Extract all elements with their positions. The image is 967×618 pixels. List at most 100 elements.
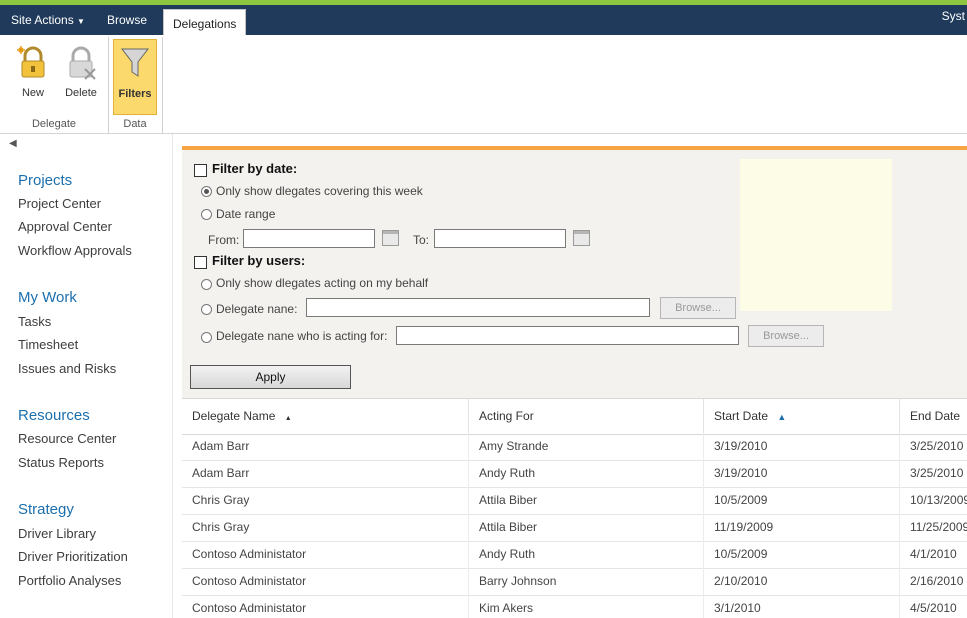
site-actions-menu[interactable]: Site Actions ▼ xyxy=(2,5,94,35)
cell-delegate-name: Chris Gray xyxy=(182,487,469,514)
collapse-arrow-icon[interactable]: ◀ xyxy=(9,138,17,149)
grid-header-row: Delegate Name ▲ Acting For Start Date ▲ … xyxy=(182,398,967,435)
cell-acting-for: Andy Ruth xyxy=(469,541,704,568)
cell-acting-for: Attila Biber xyxy=(469,487,704,514)
cell-acting-for: Kim Akers xyxy=(469,595,704,618)
table-row[interactable]: Adam Barr Amy Strande 3/19/2010 3/25/2010 xyxy=(182,433,967,461)
group-label-data: Data xyxy=(123,118,147,130)
date-range-radio[interactable] xyxy=(201,209,212,220)
cell-end-date: 4/5/2010 xyxy=(910,601,957,615)
nav-header-strategy[interactable]: Strategy xyxy=(18,501,74,518)
my-behalf-radio[interactable] xyxy=(201,279,212,290)
cell-start-date: 2/10/2010 xyxy=(704,568,900,595)
cell-start-date: 3/19/2010 xyxy=(704,460,900,487)
cell-start-date: 11/19/2009 xyxy=(704,514,900,541)
cell-start-date: 3/19/2010 xyxy=(704,433,900,460)
nav-item-issues-and-risks[interactable]: Issues and Risks xyxy=(18,361,116,376)
sort-indicator-icon: ▲ xyxy=(284,415,292,422)
nav-header-my-work[interactable]: My Work xyxy=(18,289,77,306)
filter-by-users-label: Filter by users: xyxy=(212,253,306,268)
table-row[interactable]: Contoso Administator Kim Akers 3/1/2010 4/5… xyxy=(182,595,967,618)
cell-end-date: 3/25/2010 xyxy=(910,466,964,480)
cell-acting-for: Barry Johnson xyxy=(469,568,704,595)
nav-item-tasks[interactable]: Tasks xyxy=(18,314,51,329)
delegate-name-input[interactable] xyxy=(306,298,650,317)
ribbon-toolbar: New Delete Filters Delegate Data xyxy=(0,35,967,134)
cell-delegate-name: Adam Barr xyxy=(182,433,469,460)
delete-lock-icon xyxy=(69,46,96,80)
my-behalf-label: Only show dlegates acting on my behalf xyxy=(216,276,429,290)
nav-item-status-reports[interactable]: Status Reports xyxy=(18,455,104,470)
nav-divider xyxy=(172,134,173,618)
table-row[interactable]: Contoso Administator Andy Ruth 10/5/2009 4/… xyxy=(182,541,967,569)
column-header-start-date[interactable]: Start Date ▲ xyxy=(704,399,900,434)
acting-for-input[interactable] xyxy=(396,326,739,345)
nav-item-workflow-approvals[interactable]: Workflow Approvals xyxy=(18,243,132,258)
delegate-name-radio[interactable] xyxy=(201,304,212,315)
this-week-label: Only show dlegates covering this week xyxy=(216,184,423,198)
calendar-icon[interactable] xyxy=(382,230,399,246)
nav-item-portfolio-analyses[interactable]: Portfolio Analyses xyxy=(18,573,121,588)
table-row[interactable]: Chris Gray Attila Biber 10/5/2009 10/13/200… xyxy=(182,487,967,515)
to-date-input[interactable] xyxy=(434,229,566,248)
filter-by-date-checkbox[interactable] xyxy=(194,164,207,177)
to-label: To: xyxy=(413,233,430,247)
browse-button[interactable]: Browse... xyxy=(660,297,736,319)
filters-button-label: Filters xyxy=(118,88,152,100)
cell-end-date: 2/16/2010 xyxy=(910,574,964,588)
nav-item-driver-prioritization[interactable]: Driver Prioritization xyxy=(18,549,128,564)
acting-for-radio[interactable] xyxy=(201,332,212,343)
delegation-grid: Delegate Name ▲ Acting For Start Date ▲ … xyxy=(182,398,967,618)
nav-item-resource-center[interactable]: Resource Center xyxy=(18,431,116,446)
nav-item-timesheet[interactable]: Timesheet xyxy=(18,337,78,352)
cell-end-date: 3/25/2010 xyxy=(910,439,964,453)
ribbon-group-labels: Delegate Data xyxy=(0,115,162,133)
column-header-label: Delegate Name xyxy=(192,409,276,423)
date-range-label: Date range xyxy=(216,207,276,221)
nav-item-project-center[interactable]: Project Center xyxy=(18,196,101,211)
column-header-delegate-name[interactable]: Delegate Name ▲ xyxy=(182,399,469,434)
tab-delegations-label: Delegations xyxy=(173,17,237,31)
from-date-input[interactable] xyxy=(243,229,375,248)
cell-acting-for: Amy Strande xyxy=(469,433,704,460)
new-button[interactable]: New xyxy=(14,39,52,113)
group-divider xyxy=(162,37,163,133)
delegate-name-label: Delegate nane: xyxy=(216,302,298,316)
cell-end-date: 4/1/2010 xyxy=(910,547,957,561)
table-row[interactable]: Chris Gray Attila Biber 11/19/2009 11/25/20… xyxy=(182,514,967,542)
filters-button[interactable]: Filters xyxy=(113,39,157,115)
browse-button[interactable]: Browse... xyxy=(748,325,824,347)
nav-header-resources[interactable]: Resources xyxy=(18,407,90,424)
cell-start-date: 10/5/2009 xyxy=(704,541,900,568)
column-header-acting-for[interactable]: Acting For xyxy=(469,399,704,434)
cell-start-date: 3/1/2010 xyxy=(704,595,900,618)
column-header-end-date[interactable]: End Date xyxy=(900,399,967,434)
delete-button[interactable]: Delete xyxy=(60,39,102,113)
cell-delegate-name: Adam Barr xyxy=(182,460,469,487)
tab-browse-label: Browse xyxy=(107,13,148,27)
column-header-label: Start Date xyxy=(714,409,769,423)
this-week-radio[interactable] xyxy=(201,186,212,197)
filter-by-users-checkbox[interactable] xyxy=(194,256,207,269)
site-actions-label: Site Actions xyxy=(11,13,74,27)
filter-info-area xyxy=(740,159,892,311)
table-row[interactable]: Contoso Administator Barry Johnson 2/10/20… xyxy=(182,568,967,596)
calendar-icon[interactable] xyxy=(573,230,590,246)
nav-item-approval-center[interactable]: Approval Center xyxy=(18,219,112,234)
cell-delegate-name: Contoso Administator xyxy=(182,568,469,595)
table-row[interactable]: Adam Barr Andy Ruth 3/19/2010 3/25/2010 xyxy=(182,460,967,488)
quick-launch-nav: ◀ Projects Project Center Approval Cente… xyxy=(0,134,172,618)
cell-acting-for: Andy Ruth xyxy=(469,460,704,487)
filter-by-date-label: Filter by date: xyxy=(212,161,298,176)
nav-item-driver-library[interactable]: Driver Library xyxy=(18,526,96,541)
chevron-down-icon: ▼ xyxy=(77,17,85,26)
nav-header-projects[interactable]: Projects xyxy=(18,172,72,189)
user-menu[interactable]: Syst xyxy=(942,5,965,27)
column-header-label: End Date xyxy=(910,409,961,423)
cell-start-date: 10/5/2009 xyxy=(704,487,900,514)
apply-button[interactable]: Apply xyxy=(190,365,351,389)
cell-end-date: 10/13/2009 xyxy=(910,493,967,507)
ribbon-tab-bar: Site Actions ▼ Browse Delegations Syst xyxy=(0,5,967,41)
tab-browse[interactable]: Browse xyxy=(98,5,156,35)
acting-for-label: Delegate nane who is acting for: xyxy=(216,329,388,343)
